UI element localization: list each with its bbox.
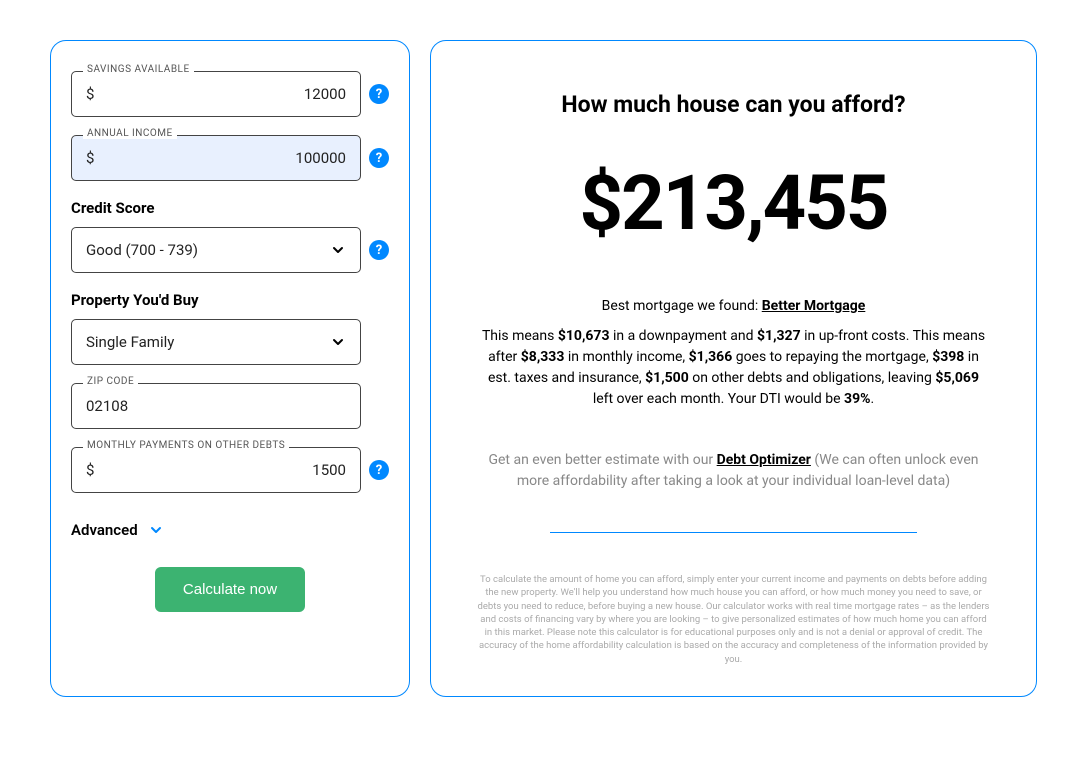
income-input[interactable]: $ 100000 (71, 135, 361, 181)
zip-value: 02108 (86, 397, 128, 415)
best-mortgage-line: Best mortgage we found: Better Mortgage (471, 298, 996, 314)
savings-input[interactable]: $ 12000 (71, 71, 361, 117)
credit-score-label: Credit Score (71, 199, 389, 217)
taxes-amount: $398 (932, 349, 964, 365)
dollar-sign-icon: $ (86, 149, 94, 167)
income-field-wrapper: ANNUAL INCOME $ 100000 ? (71, 135, 389, 181)
repay-amount: $1,366 (689, 349, 733, 365)
calculate-button[interactable]: Calculate now (155, 567, 305, 612)
property-value: Single Family (86, 333, 174, 351)
input-panel: SAVINGS AVAILABLE $ 12000 ? ANNUAL INCOM… (50, 40, 410, 697)
help-icon[interactable]: ? (369, 84, 389, 104)
savings-value: 12000 (94, 85, 346, 103)
zip-field-wrapper: ZIP CODE 02108 (71, 383, 389, 429)
credit-score-select[interactable]: Good (700 - 739) (71, 227, 361, 273)
help-icon[interactable]: ? (369, 240, 389, 260)
chevron-down-icon (330, 334, 346, 350)
income-value: 100000 (94, 149, 346, 167)
results-title: How much house can you afford? (471, 91, 996, 118)
help-icon[interactable]: ? (369, 148, 389, 168)
downpayment-amount: $10,673 (558, 328, 610, 344)
zip-input[interactable]: 02108 (71, 383, 361, 429)
credit-score-value: Good (700 - 739) (86, 241, 198, 259)
debts-value: 1500 (94, 461, 346, 479)
debts-label: MONTHLY PAYMENTS ON OTHER DEBTS (83, 440, 289, 451)
zip-label: ZIP CODE (83, 376, 138, 387)
best-mortgage-prefix: Best mortgage we found: (602, 298, 762, 314)
help-icon[interactable]: ? (369, 460, 389, 480)
disclaimer-text: To calculate the amount of home you can … (471, 573, 996, 666)
debt-optimizer-link[interactable]: Debt Optimizer (717, 452, 811, 468)
dollar-sign-icon: $ (86, 461, 94, 479)
results-panel: How much house can you afford? $213,455 … (430, 40, 1037, 697)
dollar-sign-icon: $ (86, 85, 94, 103)
income-label: ANNUAL INCOME (83, 128, 177, 139)
divider-line (550, 532, 918, 533)
best-mortgage-link[interactable]: Better Mortgage (762, 298, 866, 314)
property-select[interactable]: Single Family (71, 319, 361, 365)
upfront-amount: $1,327 (757, 328, 801, 344)
dti-amount: 39% (844, 391, 870, 407)
advanced-toggle[interactable]: Advanced (71, 521, 389, 539)
afford-price: $213,455 (471, 158, 996, 248)
chevron-down-icon (148, 522, 164, 538)
savings-field-wrapper: SAVINGS AVAILABLE $ 12000 ? (71, 71, 389, 117)
property-label: Property You'd Buy (71, 291, 389, 309)
credit-score-field-wrapper: Good (700 - 739) ? (71, 227, 389, 273)
debts-field-wrapper: MONTHLY PAYMENTS ON OTHER DEBTS $ 1500 ? (71, 447, 389, 493)
debts-input[interactable]: $ 1500 (71, 447, 361, 493)
debt-optimizer-line: Get an even better estimate with our Deb… (471, 450, 996, 492)
savings-label: SAVINGS AVAILABLE (83, 64, 194, 75)
other-debts-amount: $1,500 (645, 370, 689, 386)
calculator-layout: SAVINGS AVAILABLE $ 12000 ? ANNUAL INCOM… (50, 40, 1037, 697)
results-details: This means $10,673 in a downpayment and … (471, 326, 996, 410)
property-field-wrapper: Single Family (71, 319, 389, 365)
chevron-down-icon (330, 242, 346, 258)
monthly-income-amount: $8,333 (521, 349, 565, 365)
advanced-label: Advanced (71, 521, 138, 539)
leftover-amount: $5,069 (935, 370, 979, 386)
